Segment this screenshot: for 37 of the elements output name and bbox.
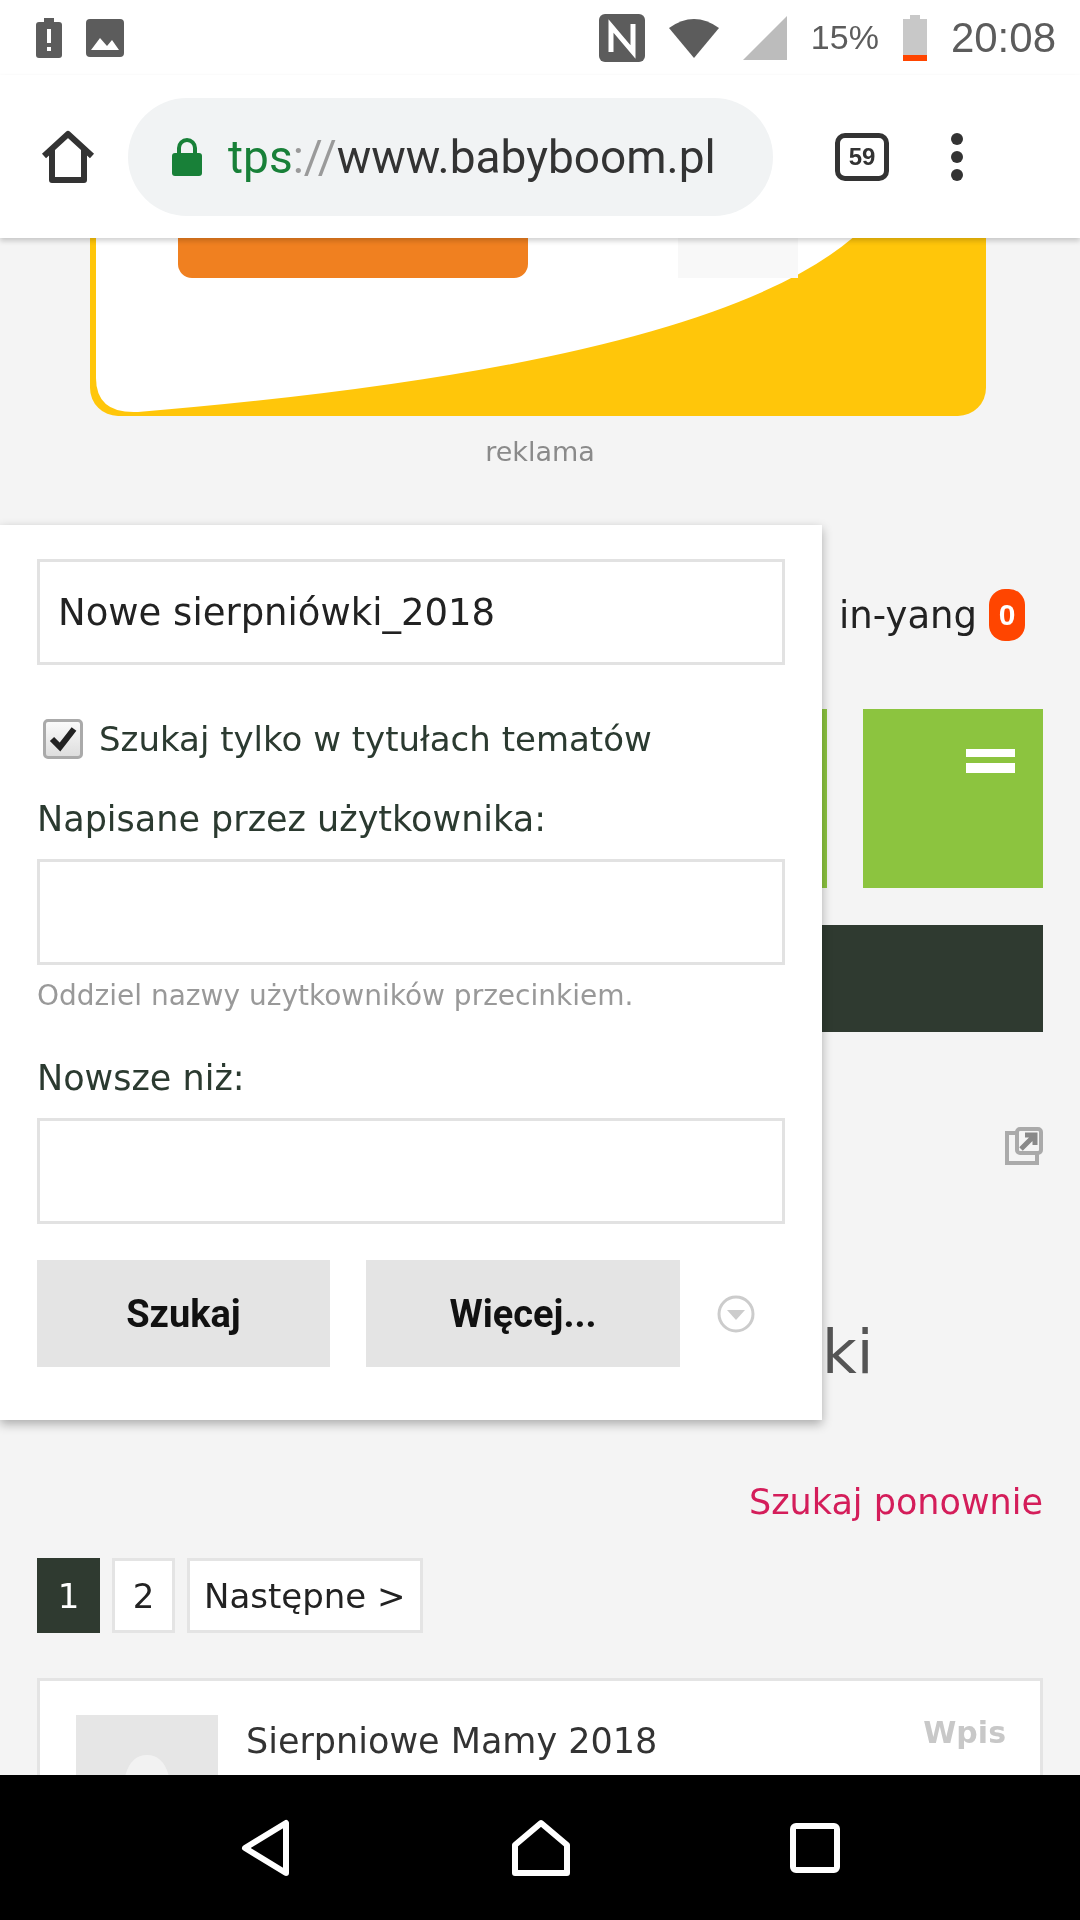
wifi-icon: [668, 17, 719, 58]
checkbox-label: Szukaj tylko w tytułach tematów: [99, 719, 652, 759]
back-button[interactable]: [239, 1818, 292, 1877]
menu-icon: [966, 749, 1015, 774]
page-button[interactable]: Następne >: [187, 1558, 423, 1633]
menu-tile[interactable]: [863, 709, 1043, 888]
battery-percent: 15%: [810, 18, 879, 57]
ad-label: reklama: [484, 436, 596, 467]
url-field[interactable]: tps://www.babyboom.pl: [128, 97, 773, 216]
recents-button[interactable]: [790, 1822, 841, 1873]
image-icon: [86, 18, 124, 57]
page-button[interactable]: 1: [37, 1558, 100, 1633]
search-button[interactable]: Szukaj: [37, 1260, 330, 1367]
author-field[interactable]: [37, 859, 785, 965]
more-button[interactable]: Więcej...: [366, 1260, 680, 1367]
field-hint: Oddziel nazwy użytkowników przecinkiem.: [37, 979, 635, 1012]
search-again-link[interactable]: Szukaj ponownie: [749, 1482, 1043, 1522]
field-label: Napisane przez użytkownika:: [37, 799, 547, 839]
page-heading: ki: [822, 1317, 874, 1387]
signal-icon: [742, 15, 787, 60]
alert-icon: [36, 17, 62, 58]
clock: 20:08: [950, 13, 1056, 62]
nfc-icon: [598, 13, 645, 62]
menu-button[interactable]: [951, 132, 963, 181]
result-title[interactable]: Sierpniowe Mamy 2018: [246, 1721, 658, 1761]
battery-icon: [902, 14, 927, 61]
notification-badge: 0: [989, 589, 1025, 641]
tab-switcher-button[interactable]: 59: [835, 132, 889, 181]
home-button[interactable]: [40, 129, 96, 184]
user-name[interactable]: in-yang: [839, 593, 977, 637]
lock-icon: [172, 137, 202, 176]
page-button[interactable]: 2: [112, 1558, 175, 1633]
popout-icon[interactable]: [1003, 1127, 1043, 1167]
field-label: Nowsze niż:: [37, 1058, 246, 1098]
checkbox[interactable]: [43, 719, 83, 759]
search-field[interactable]: Nowe sierpniówki_2018: [37, 559, 785, 665]
date-field[interactable]: [37, 1118, 785, 1224]
